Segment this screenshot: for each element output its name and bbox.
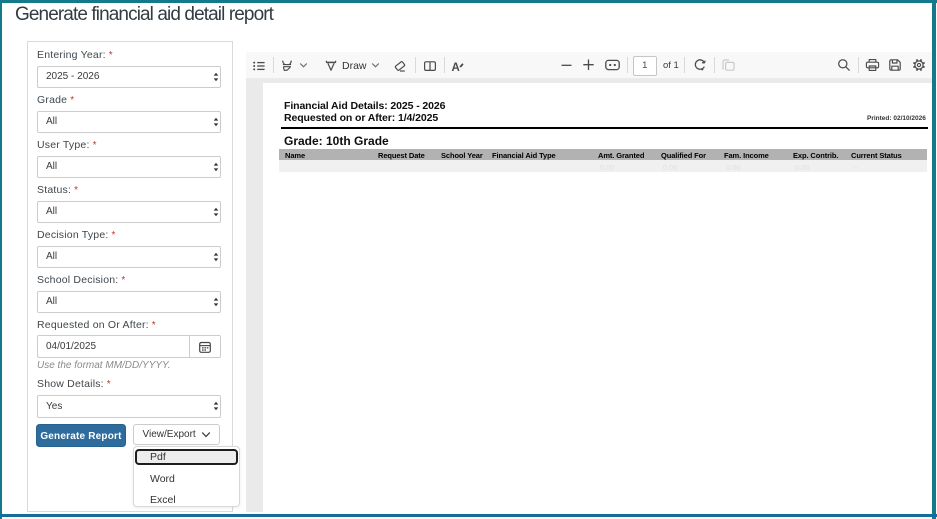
svg-text:A: A: [452, 62, 460, 73]
